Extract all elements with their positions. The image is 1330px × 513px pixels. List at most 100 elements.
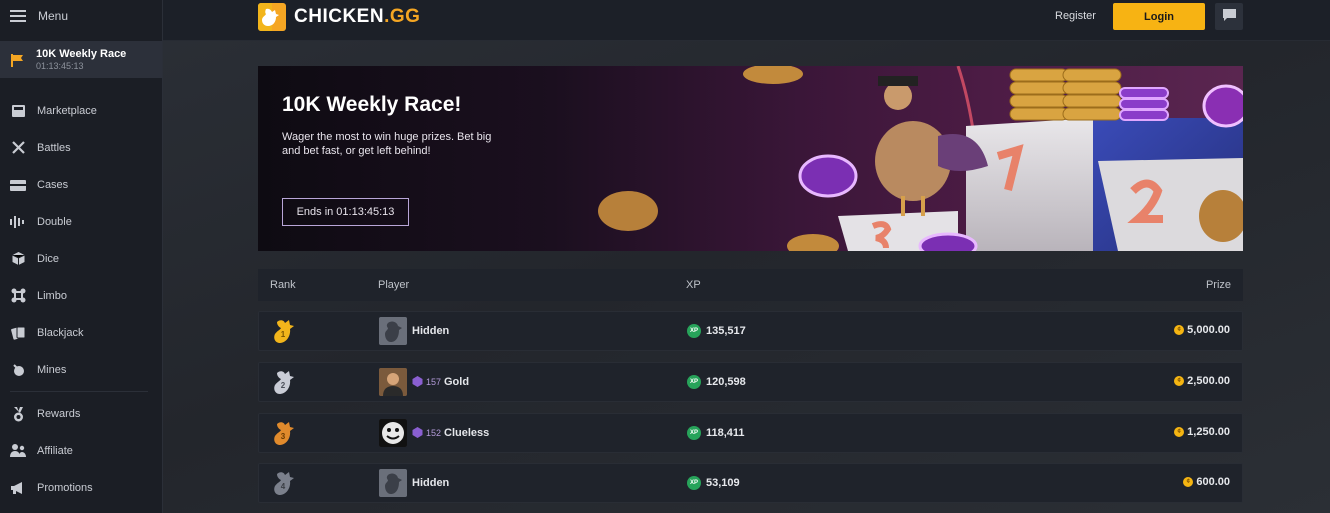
sidebar-item-mines[interactable]: Mines	[0, 351, 162, 388]
leaderboard-header: Rank Player XP Prize	[258, 269, 1243, 301]
svg-text:1: 1	[281, 330, 286, 339]
flag-icon	[10, 52, 26, 68]
sidebar-item-weekly-race[interactable]: 10K Weekly Race 01:13:45:13	[0, 41, 162, 78]
sidebar-nav: Marketplace Battles Cases Double Dice Li…	[0, 92, 162, 506]
prize-value: ¢ 1,250.00	[1174, 426, 1230, 438]
login-button[interactable]: Login	[1113, 3, 1205, 30]
coin-icon: ¢	[1183, 477, 1194, 487]
xp-amount: 135,517	[706, 325, 746, 337]
leaderboard-row: 3 152 Clueless XP 118,411 ¢ 1,250.00	[258, 413, 1243, 453]
xp-value: XP 135,517	[687, 324, 746, 338]
sidebar-item-label: Cases	[37, 178, 69, 191]
player-name[interactable]: Gold	[444, 376, 469, 388]
cards-icon	[10, 325, 26, 341]
menu-toggle[interactable]: Menu	[0, 0, 162, 32]
player-name[interactable]: Clueless	[444, 427, 489, 439]
level-badge-icon	[412, 376, 423, 387]
site-logo[interactable]: CHICKEN.GG	[258, 3, 420, 31]
banner-description: Wager the most to win huge prizes. Bet b…	[282, 131, 492, 157]
sidebar-item-label: Promotions	[37, 481, 93, 494]
swords-icon	[10, 140, 26, 156]
sidebar-item-battles[interactable]: Battles	[0, 129, 162, 166]
race-title: 10K Weekly Race	[36, 48, 127, 60]
rank-2-medal-icon: 2	[271, 369, 297, 397]
rank-3-medal-icon: 3	[271, 420, 297, 448]
sidebar-item-promotions[interactable]: Promotions	[0, 469, 162, 506]
player-name: Hidden	[412, 325, 450, 337]
sidebar-item-label: Dice	[37, 252, 60, 265]
xp-icon: XP	[687, 476, 701, 490]
bars-icon	[10, 214, 26, 230]
coin-icon: ¢	[1174, 325, 1185, 335]
sidebar-item-label: Marketplace	[37, 104, 97, 117]
svg-text:4: 4	[281, 482, 286, 491]
sidebar-divider	[10, 391, 148, 392]
xp-amount: 118,411	[706, 427, 745, 439]
sidebar-item-label: Double	[37, 215, 72, 228]
chat-icon	[1222, 8, 1236, 26]
sidebar-item-double[interactable]: Double	[0, 203, 162, 240]
xp-icon: XP	[687, 426, 701, 440]
race-banner: 10K Weekly Race! Wager the most to win h…	[258, 66, 1243, 251]
xp-icon: XP	[687, 324, 701, 338]
leaderboard-row: 2 157 Gold XP 120,598 ¢ 2,500.00	[258, 362, 1243, 402]
logo-wordmark: CHICKEN.GG	[294, 6, 421, 27]
xp-amount: 120,598	[706, 376, 746, 388]
race-timer: 01:13:45:13	[36, 61, 84, 71]
marketplace-icon	[10, 103, 26, 119]
limbo-icon	[10, 288, 26, 304]
chat-button[interactable]	[1215, 3, 1243, 30]
svg-text:2: 2	[281, 381, 286, 390]
prize-amount: 5,000.00	[1187, 324, 1230, 336]
sidebar-item-label: Rewards	[37, 407, 81, 420]
leaderboard-row: 4 Hidden XP 53,109 ¢ 600.00	[258, 463, 1243, 503]
xp-value: XP 120,598	[687, 375, 746, 389]
avatar[interactable]	[379, 368, 407, 396]
sidebar-item-label: Battles	[37, 141, 71, 154]
coin-icon: ¢	[1174, 427, 1185, 437]
column-prize: Prize	[1205, 279, 1231, 291]
sidebar-item-dice[interactable]: Dice	[0, 240, 162, 277]
megaphone-icon	[10, 480, 26, 496]
xp-value: XP 53,109	[687, 476, 740, 490]
sidebar-item-blackjack[interactable]: Blackjack	[0, 314, 162, 351]
column-rank: Rank	[270, 279, 296, 291]
mine-icon	[10, 362, 26, 378]
prize-amount: 600.00	[1196, 476, 1230, 488]
rank-4-medal-icon: 4	[271, 470, 297, 498]
xp-icon: XP	[687, 375, 701, 389]
prize-amount: 2,500.00	[1187, 375, 1230, 387]
column-xp: XP	[686, 279, 701, 291]
sidebar-item-limbo[interactable]: Limbo	[0, 277, 162, 314]
hamburger-icon	[10, 8, 26, 24]
sidebar-item-cases[interactable]: Cases	[0, 166, 162, 203]
sidebar-item-label: Limbo	[37, 289, 67, 302]
case-icon	[10, 177, 26, 193]
rank-1-medal-icon: 1	[271, 318, 297, 346]
sidebar-item-label: Blackjack	[37, 326, 84, 339]
sidebar-item-rewards[interactable]: Rewards	[0, 395, 162, 432]
chicken-logo-icon	[258, 3, 286, 31]
column-player: Player	[378, 279, 410, 291]
player-level: 157	[412, 376, 441, 387]
sidebar-item-marketplace[interactable]: Marketplace	[0, 92, 162, 129]
prize-value: ¢ 5,000.00	[1174, 324, 1230, 336]
avatar[interactable]	[379, 419, 407, 447]
race-countdown: Ends in 01:13:45:13	[282, 198, 409, 226]
menu-label: Menu	[38, 9, 69, 23]
sidebar-item-affiliate[interactable]: Affiliate	[0, 432, 162, 469]
player-name: Hidden	[412, 477, 450, 489]
medal-icon	[10, 406, 26, 422]
level-badge-icon	[412, 427, 423, 438]
prize-value: ¢ 2,500.00	[1174, 375, 1230, 387]
register-link[interactable]: Register	[1055, 10, 1096, 22]
dice-icon	[10, 251, 26, 267]
sidebar-item-label: Mines	[37, 363, 67, 376]
prize-value: ¢ 600.00	[1183, 476, 1230, 488]
top-header: CHICKEN.GG Register Login	[163, 0, 1330, 41]
banner-title: 10K Weekly Race!	[282, 93, 462, 116]
leaderboard-row: 1 Hidden XP 135,517 ¢ 5,000.00	[258, 311, 1243, 351]
svg-text:3: 3	[281, 432, 286, 441]
prize-amount: 1,250.00	[1187, 426, 1230, 438]
xp-value: XP 118,411	[687, 426, 745, 440]
